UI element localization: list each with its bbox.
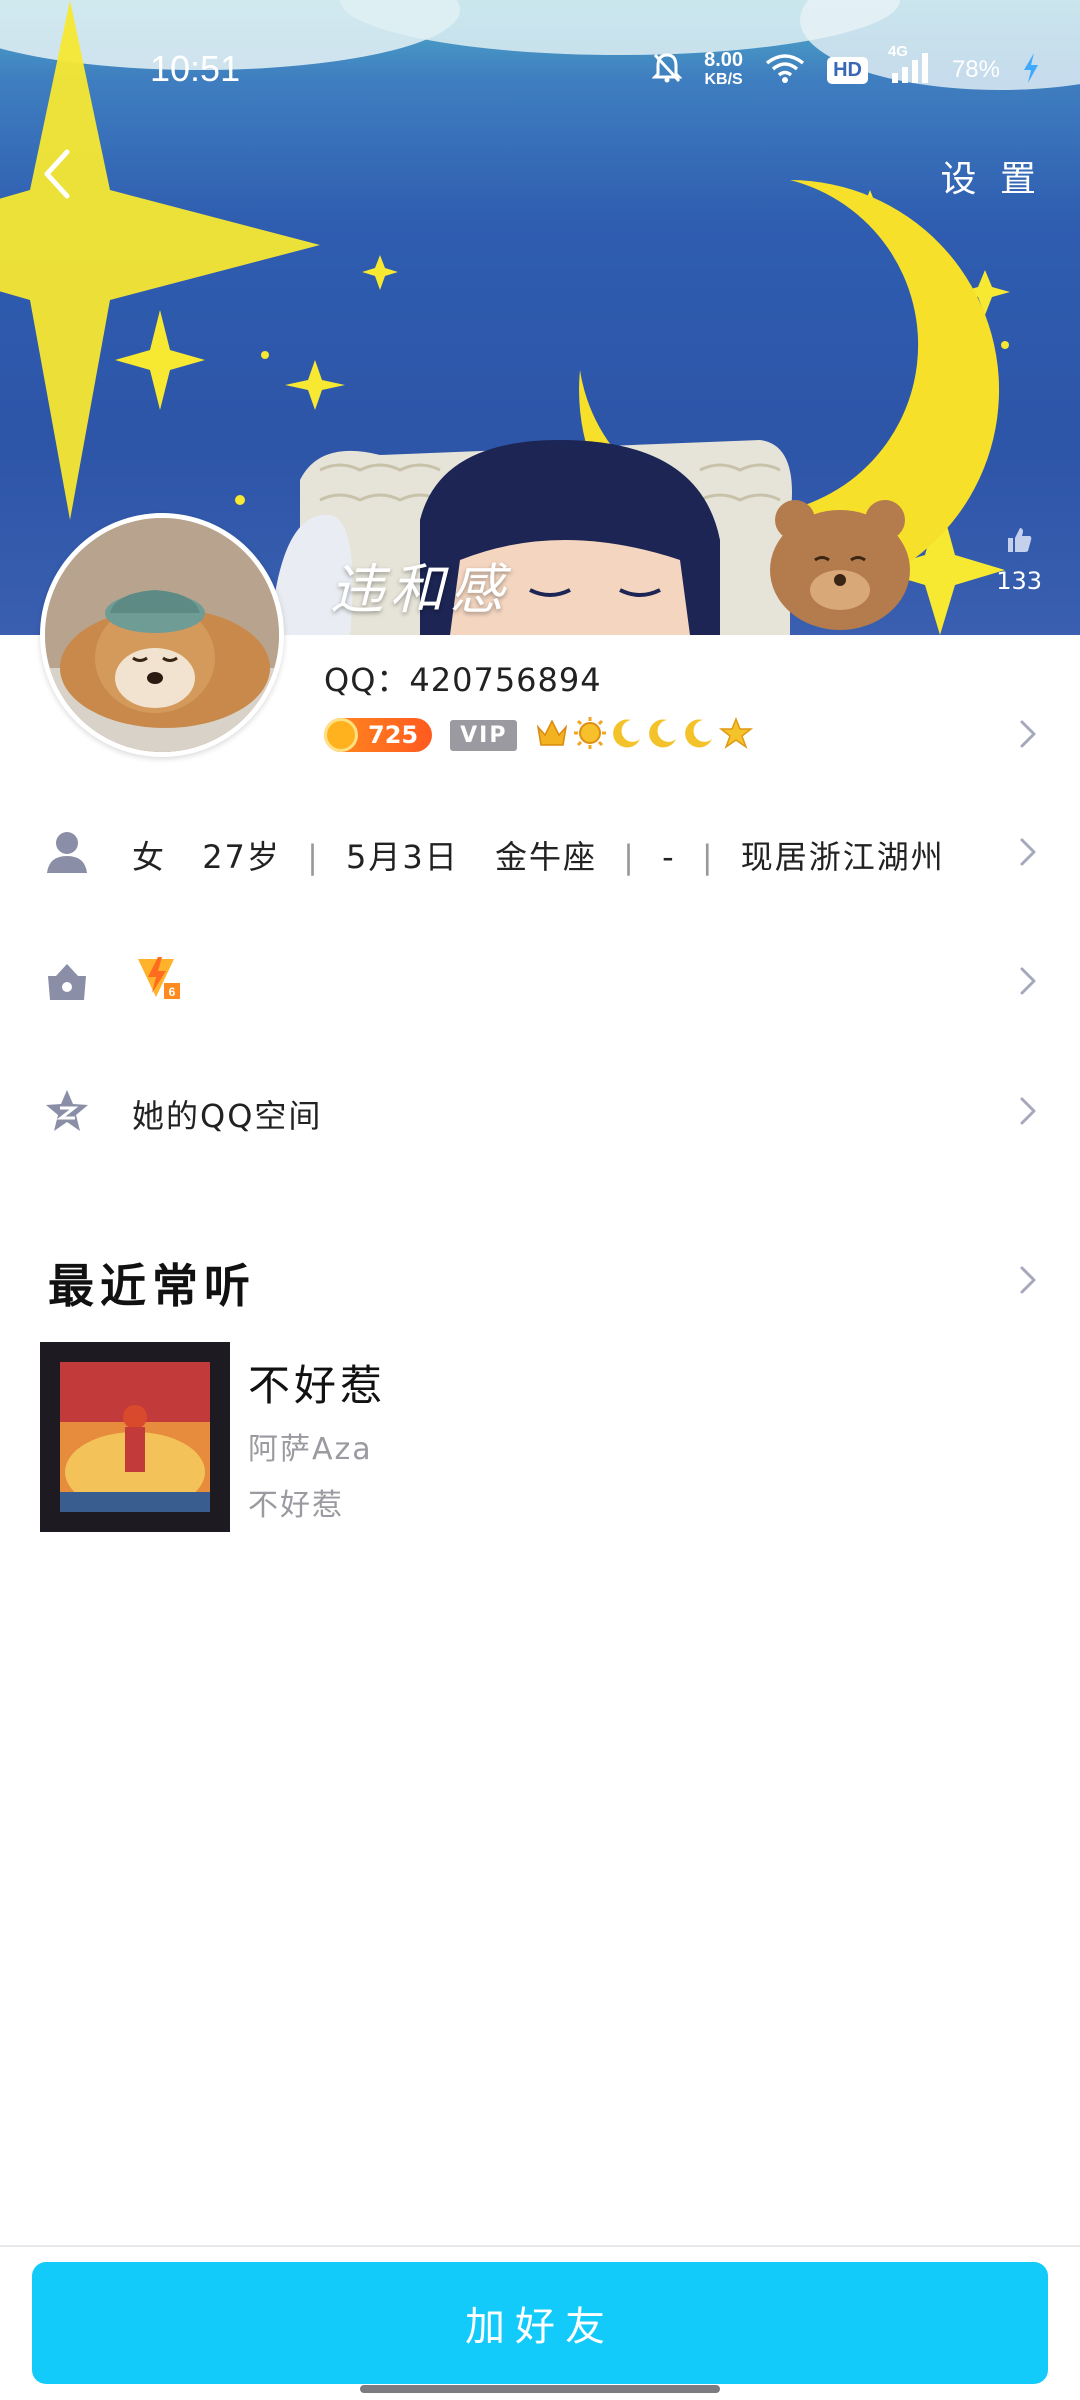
settings-button[interactable]: 设 置 (941, 150, 1042, 202)
svg-text:6: 6 (169, 985, 176, 999)
separator: | (307, 838, 320, 876)
vip-badge: VIP (450, 719, 518, 751)
likes-count: 133 (996, 567, 1042, 595)
status-time: 10:51 (150, 48, 241, 89)
chevron-right-icon[interactable] (1016, 1260, 1040, 1300)
avatar-image (45, 518, 279, 752)
bottom-divider (0, 2245, 1080, 2247)
song-item[interactable]: 不好惹 阿萨Aza 不好惹 (40, 1342, 840, 1532)
chevron-right-icon (1016, 1091, 1040, 1131)
basic-info-row[interactable]: 女 27岁 | 5月3日 金牛座 | - | 现居浙江湖州 (0, 796, 1080, 906)
moon-icon (647, 717, 679, 753)
basic-info-text: 女 27岁 | 5月3日 金牛座 | - | 现居浙江湖州 (132, 832, 945, 878)
level-points: 725 (368, 721, 419, 749)
recent-listening-title: 最近常听 (48, 1259, 256, 1313)
status-bar: 10:51 8.00 KB/S HD 4G 78% (0, 0, 1080, 140)
add-friend-button[interactable]: 加好友 (32, 2262, 1048, 2384)
net-speed-unit: KB/S (704, 71, 743, 88)
likes-button[interactable]: 133 (996, 525, 1042, 595)
charging-icon (1022, 52, 1040, 88)
birthday: 5月3日 (346, 838, 459, 876)
crown-icon (535, 717, 569, 753)
medal-row[interactable]: 6 (0, 925, 1080, 1035)
moon-icon (683, 717, 715, 753)
chevron-left-icon (37, 149, 77, 207)
thumbs-up-icon (1004, 528, 1034, 559)
wifi-icon (765, 53, 805, 88)
star-icon (719, 716, 754, 753)
hd-badge: HD (827, 56, 868, 84)
signal-label: 4G (887, 42, 908, 60)
status-icons: 8.00 KB/S HD 4G 78% (651, 43, 1040, 90)
mute-bell-icon (651, 52, 683, 89)
qq-number: QQ：420756894 (324, 661, 602, 699)
lightning-badge-icon: 6 (134, 953, 182, 1005)
signal-icon: 4G (888, 43, 930, 90)
level-points-badge: 725 (324, 718, 433, 752)
chevron-right-icon (1016, 832, 1040, 872)
back-button[interactable] (22, 140, 92, 210)
net-speed: 8.00 KB/S (704, 50, 743, 90)
avatar[interactable] (40, 513, 284, 757)
location: 现居浙江湖州 (740, 838, 945, 876)
age: 27岁 (202, 838, 281, 876)
gender: 女 (132, 838, 167, 876)
nickname: 违和感 (330, 558, 510, 621)
moon-icon (611, 717, 643, 753)
zodiac: 金牛座 (494, 838, 597, 876)
separator: | (701, 838, 715, 876)
song-album: 不好惹 (248, 1488, 344, 1523)
level-badges[interactable]: 725 VIP (324, 715, 754, 755)
song-title: 不好惹 (248, 1361, 387, 1410)
home-indicator[interactable] (360, 2385, 720, 2393)
net-speed-value: 8.00 (704, 49, 744, 71)
qzone-label: 她的QQ空间 (132, 1097, 323, 1135)
album-cover (40, 1342, 230, 1532)
qzone-star-icon (44, 1088, 90, 1134)
separator: | (623, 838, 636, 876)
battery-level: 78% (951, 56, 1000, 83)
coin-icon (324, 718, 358, 752)
person-icon (44, 829, 90, 875)
chevron-right-icon (1016, 961, 1040, 1001)
sun-icon (573, 716, 607, 754)
occupation: - (662, 838, 676, 876)
song-artist: 阿萨Aza (248, 1432, 373, 1467)
medal-wall-icon (44, 958, 90, 1004)
chevron-right-icon (1016, 714, 1040, 754)
qzone-row[interactable]: 她的QQ空间 (0, 1055, 1080, 1165)
qq-level-icons (535, 716, 754, 754)
